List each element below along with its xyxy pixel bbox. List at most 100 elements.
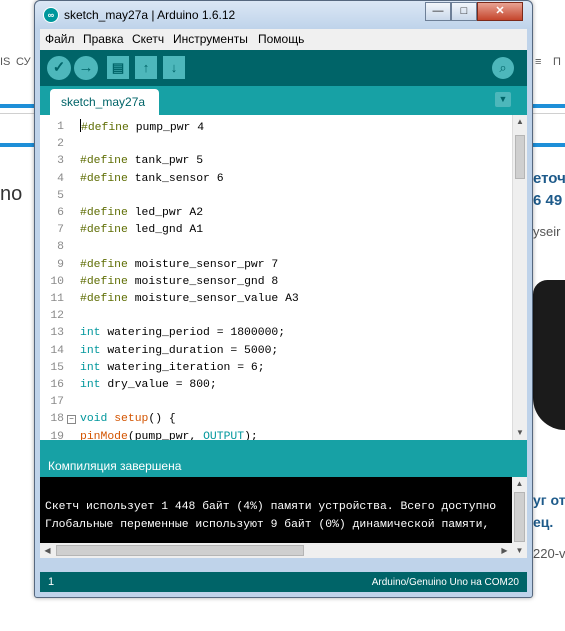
line-number: 2 — [57, 138, 64, 151]
toolbar: ✓ → ▤ ↑ ↓ ⌕ — [40, 50, 527, 86]
close-button[interactable]: ✕ — [477, 2, 523, 21]
line-number: 13 — [50, 327, 64, 340]
menu-sketch[interactable]: Скетч — [132, 32, 164, 46]
board-port-info: Arduino/Genuino Uno на COM20 — [371, 577, 519, 588]
menu-file[interactable]: Файл — [45, 32, 75, 46]
code-text: void setup() { — [80, 413, 176, 426]
bg-nav-item: IS — [0, 56, 11, 68]
status-message: Компиляция завершена — [48, 459, 182, 473]
code-line[interactable]: 17 — [40, 394, 510, 411]
code-line[interactable]: 3 #define tank_pwr 5 — [40, 153, 510, 170]
output-console[interactable]: Скетч использует 1 448 байт (4%) памяти … — [40, 477, 527, 558]
save-sketch-icon[interactable]: ↓ — [163, 56, 185, 79]
line-number: 3 — [57, 155, 64, 168]
code-editor[interactable]: 1 #define pump_pwr 4 2 3 #define tank_pwr 5 4… — [40, 115, 527, 440]
code-line[interactable]: 10 #define moisture_sensor_gnd 8 — [40, 274, 510, 291]
line-number: 14 — [50, 344, 64, 357]
code-text: #define tank_pwr 5 — [80, 155, 204, 168]
code-line[interactable]: 15 int watering_iteration = 6; — [40, 360, 510, 377]
status-bar: Компиляция завершена — [40, 440, 527, 477]
scroll-up-icon[interactable]: ▲ — [513, 115, 527, 129]
line-number: 19 — [50, 430, 64, 440]
menu-bar: Файл Правка Скетч Инструменты Помощь — [40, 29, 527, 50]
bg-link[interactable]: 220-v — [533, 546, 565, 561]
code-line[interactable]: 14 int watering_duration = 5000; — [40, 343, 510, 360]
bg-heading: ец. — [533, 514, 554, 530]
code-line[interactable]: 7 #define led_gnd A1 — [40, 222, 510, 239]
verify-icon[interactable]: ✓ — [47, 56, 71, 80]
code-text: #define moisture_sensor_pwr 7 — [80, 258, 279, 271]
arduino-ide-window: ∞ sketch_may27a | Arduino 1.6.12 — □ ✕ Ф… — [34, 0, 533, 598]
arduino-logo-icon: ∞ — [43, 7, 59, 23]
line-number: 12 — [50, 310, 64, 323]
line-number: 5 — [57, 189, 64, 202]
scroll-thumb[interactable] — [56, 545, 304, 556]
scroll-up-icon[interactable]: ▲ — [512, 477, 527, 491]
console-vertical-scrollbar[interactable]: ▲ ▼ — [512, 477, 527, 558]
tab-sketch[interactable]: sketch_may27a — [50, 89, 159, 115]
bg-heading: 6 49 — [533, 192, 563, 209]
code-text: int watering_iteration = 6; — [80, 361, 265, 374]
cursor-line-number: 1 — [48, 576, 55, 588]
scroll-down-icon[interactable]: ▼ — [512, 544, 527, 558]
menu-tools[interactable]: Инструменты — [173, 32, 248, 46]
tab-menu-chevron-down-icon[interactable]: ▼ — [495, 92, 511, 107]
code-line[interactable]: 19 pinMode(pump_pwr, OUTPUT); — [40, 429, 510, 440]
code-line[interactable]: 1 #define pump_pwr 4 — [40, 119, 510, 136]
code-line[interactable]: 18− void setup() { — [40, 411, 510, 428]
line-number: 15 — [50, 361, 64, 374]
code-text: #define moisture_sensor_value A3 — [80, 293, 299, 305]
code-line[interactable]: 12 — [40, 308, 510, 325]
scroll-down-icon[interactable]: ▼ — [513, 426, 527, 440]
console-horizontal-scrollbar[interactable]: ◀ ▶ — [40, 543, 512, 558]
line-number: 9 — [57, 258, 64, 271]
bg-left-text: no — [0, 183, 23, 205]
title-bar[interactable]: ∞ sketch_may27a | Arduino 1.6.12 — □ ✕ — [35, 1, 532, 29]
upload-icon[interactable]: → — [74, 56, 98, 80]
menu-edit[interactable]: Правка — [83, 32, 124, 46]
code-text: #define led_pwr A2 — [80, 207, 204, 219]
window-title: sketch_may27a | Arduino 1.6.12 — [64, 8, 236, 22]
bg-nav-item: СУ — [16, 56, 31, 68]
scroll-left-icon[interactable]: ◀ — [40, 543, 55, 558]
minimize-button[interactable]: — — [425, 2, 451, 21]
line-number: 17 — [50, 396, 64, 409]
code-text: #define moisture_sensor_gnd 8 — [80, 275, 279, 288]
code-text: pinMode(pump_pwr, OUTPUT); — [80, 430, 258, 440]
code-text: #define tank_sensor 6 — [80, 172, 224, 185]
bg-nav-item: ≡ — [535, 56, 542, 68]
line-number: 7 — [57, 224, 64, 237]
bg-nav-item: П — [553, 56, 561, 68]
console-line: Глобальные переменные используют 9 байт … — [45, 519, 490, 531]
code-line[interactable]: 9 #define moisture_sensor_pwr 7 — [40, 257, 510, 274]
code-line[interactable]: 6 #define led_pwr A2 — [40, 205, 510, 222]
scroll-thumb[interactable] — [515, 135, 525, 179]
bg-heading: еточ — [533, 170, 565, 187]
code-line[interactable]: 11 #define moisture_sensor_value A3 — [40, 291, 510, 308]
code-line[interactable]: 2 — [40, 136, 510, 153]
maximize-button[interactable]: □ — [451, 2, 477, 21]
open-sketch-icon[interactable]: ↑ — [135, 56, 157, 79]
code-line[interactable]: 4 #define tank_sensor 6 — [40, 171, 510, 188]
fold-toggle-icon[interactable]: − — [67, 415, 76, 425]
serial-monitor-icon[interactable]: ⌕ — [492, 57, 514, 79]
bg-link[interactable]: yseir — [533, 224, 560, 239]
scroll-right-icon[interactable]: ▶ — [497, 543, 512, 558]
line-number: 18 — [50, 413, 64, 426]
code-line[interactable]: 8 — [40, 239, 510, 256]
code-line[interactable]: 16 int dry_value = 800; — [40, 377, 510, 394]
line-number: 4 — [57, 172, 64, 185]
line-number: 6 — [57, 207, 64, 219]
scroll-thumb[interactable] — [514, 492, 525, 542]
menu-help[interactable]: Помощь — [258, 32, 304, 46]
code-text: int watering_period = 1800000; — [80, 327, 286, 340]
code-text: int watering_duration = 5000; — [80, 344, 279, 357]
code-line[interactable]: 13 int watering_period = 1800000; — [40, 325, 510, 342]
code-line[interactable]: 5 — [40, 188, 510, 205]
line-number: 16 — [50, 379, 64, 391]
code-text: #define led_gnd A1 — [80, 224, 204, 237]
footer-bar: 1 Arduino/Genuino Uno на COM20 — [40, 572, 527, 592]
new-sketch-icon[interactable]: ▤ — [107, 56, 129, 79]
console-line: Скетч использует 1 448 байт (4%) памяти … — [45, 501, 497, 513]
editor-vertical-scrollbar[interactable]: ▲ ▼ — [512, 115, 527, 440]
